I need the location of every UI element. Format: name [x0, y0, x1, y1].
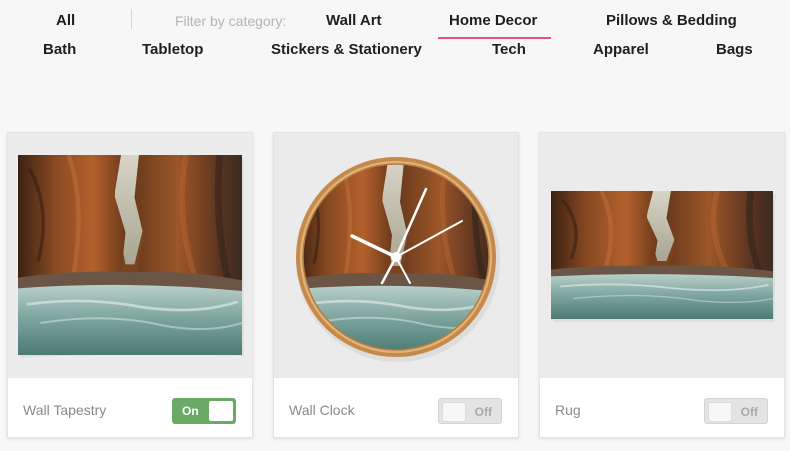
category-apparel[interactable]: Apparel: [593, 41, 649, 58]
canyon-river-rug-photo: [540, 133, 784, 377]
visibility-toggle[interactable]: On: [172, 398, 236, 424]
visibility-toggle[interactable]: Off: [438, 398, 502, 424]
toggle-state-text: Off: [474, 405, 492, 419]
nav-divider: [131, 9, 132, 29]
canyon-river-clock-photo: [274, 133, 518, 377]
active-category-underline: [438, 37, 551, 39]
category-home-decor[interactable]: Home Decor: [449, 12, 537, 29]
category-tabletop[interactable]: Tabletop: [142, 41, 203, 58]
category-wall-art[interactable]: Wall Art: [326, 12, 382, 29]
filter-by-category-label: Filter by category:: [175, 13, 287, 29]
category-bags[interactable]: Bags: [716, 41, 753, 58]
category-stickers-stationery[interactable]: Stickers & Stationery: [271, 41, 422, 58]
card-footer: Wall Tapestry On: [8, 377, 252, 437]
product-card-wall-clock: Wall Clock Off: [273, 132, 519, 438]
toggle-knob: [442, 402, 466, 422]
card-footer: Wall Clock Off: [274, 377, 518, 437]
toggle-state-text: On: [182, 404, 199, 418]
card-footer: Rug Off: [540, 377, 784, 437]
wall-tapestry-image[interactable]: [8, 133, 252, 377]
product-label: Wall Clock: [289, 402, 355, 418]
visibility-toggle[interactable]: Off: [704, 398, 768, 424]
toggle-knob: [708, 402, 732, 422]
category-pillows-bedding[interactable]: Pillows & Bedding: [606, 12, 737, 29]
rug-image[interactable]: [540, 133, 784, 377]
product-label: Rug: [555, 402, 581, 418]
category-bath[interactable]: Bath: [43, 41, 76, 58]
wall-clock-image[interactable]: [274, 133, 518, 377]
toggle-state-text: Off: [740, 405, 758, 419]
product-card-rug: Rug Off: [539, 132, 785, 438]
toggle-knob: [209, 401, 233, 421]
product-card-wall-tapestry: Wall Tapestry On: [7, 132, 253, 438]
canyon-river-tapestry-photo: [8, 133, 252, 377]
product-label: Wall Tapestry: [23, 402, 107, 418]
category-all[interactable]: All: [56, 12, 75, 29]
category-tech[interactable]: Tech: [492, 41, 526, 58]
